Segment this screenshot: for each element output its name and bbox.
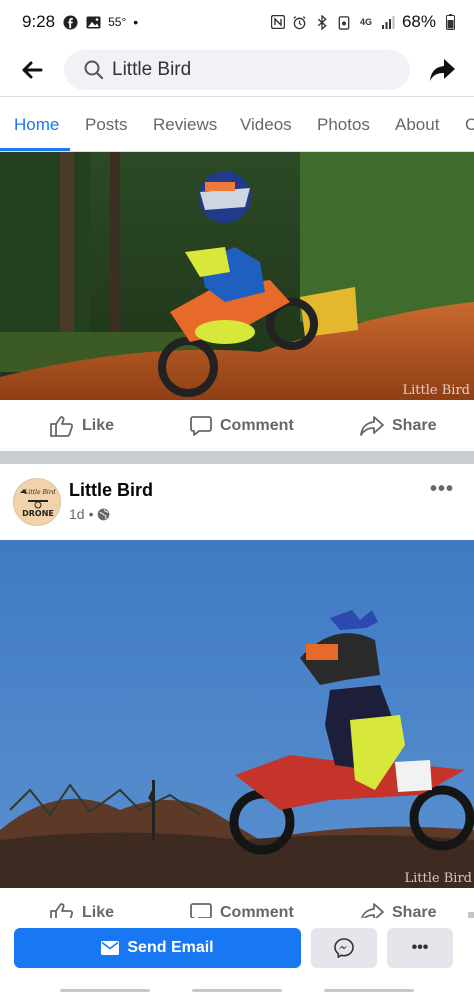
- status-bar: 9:28 55° • 4G 68%: [0, 0, 474, 44]
- tab-photos[interactable]: Photos: [317, 97, 370, 151]
- battery-icon: [442, 14, 458, 30]
- avatar[interactable]: Little Bird DRONE: [13, 478, 61, 526]
- search-icon: [84, 60, 104, 80]
- post-photo-motocross-2[interactable]: Little Bird: [0, 540, 474, 888]
- share-button[interactable]: Share: [360, 415, 436, 437]
- globe-icon: [98, 508, 110, 520]
- page-tabs: Home Posts Reviews Videos Photos About C: [0, 96, 474, 152]
- share-arrow-icon: [430, 59, 455, 81]
- post-options-button[interactable]: •••: [430, 478, 454, 501]
- like-button[interactable]: Like: [50, 902, 114, 918]
- messenger-icon: [334, 938, 354, 958]
- nav-home[interactable]: [192, 989, 282, 992]
- status-time: 9:28: [22, 12, 56, 31]
- active-tab-indicator: [0, 148, 70, 151]
- post1-action-row: Like Comment Share: [0, 400, 474, 452]
- search-input[interactable]: Little Bird: [64, 50, 410, 90]
- comment-button[interactable]: Comment: [190, 415, 294, 437]
- avatar-script-text: Little Bird: [23, 489, 55, 496]
- share-outline-icon: [360, 903, 384, 918]
- like-button[interactable]: Like: [50, 415, 114, 437]
- send-email-button[interactable]: Send Email: [14, 928, 301, 968]
- nav-back[interactable]: [324, 989, 414, 992]
- share-outline-icon: [360, 416, 384, 436]
- thumbs-up-icon: [50, 903, 74, 918]
- post-photo-motocross-1[interactable]: Little Bird: [0, 152, 474, 400]
- arrow-left-icon: [22, 61, 43, 79]
- envelope-icon: [101, 941, 120, 955]
- post-time[interactable]: 1d: [69, 506, 85, 522]
- data-saver-icon: [336, 14, 352, 30]
- messenger-button[interactable]: [311, 928, 377, 968]
- more-options-button[interactable]: •••: [387, 928, 453, 968]
- alarm-icon: [292, 14, 308, 30]
- tab-reviews[interactable]: Reviews: [153, 97, 217, 151]
- bottom-action-bar: Send Email •••: [0, 918, 474, 980]
- signal-icon: [380, 14, 396, 30]
- photo-watermark: Little Bird: [404, 871, 472, 886]
- post2-header: Little Bird DRONE Little Bird 1d • •••: [0, 464, 474, 540]
- battery-percent: 68%: [401, 12, 436, 31]
- thumbs-up-icon: [50, 416, 74, 437]
- post2-action-row: Like Comment Share: [0, 888, 474, 918]
- tab-home[interactable]: Home: [14, 97, 59, 151]
- meta-separator: •: [88, 506, 94, 522]
- avatar-brand-text: DRONE: [22, 509, 54, 518]
- comment-button[interactable]: Comment: [190, 902, 294, 918]
- share-page-button[interactable]: [410, 44, 474, 96]
- facebook-notification-icon: [62, 14, 78, 30]
- system-nav-bar: [0, 980, 474, 1000]
- page-name[interactable]: Little Bird: [69, 480, 153, 501]
- comment-bubble-icon: [190, 416, 212, 436]
- top-bar: Little Bird: [0, 44, 474, 96]
- post-meta: 1d •: [69, 506, 110, 522]
- back-button[interactable]: [0, 44, 64, 96]
- status-temperature: 55°: [108, 15, 127, 29]
- 4g-lte-icon: 4G: [359, 17, 372, 27]
- bluetooth-icon: [314, 14, 330, 30]
- status-dot: •: [133, 14, 139, 30]
- post-divider: [0, 451, 474, 464]
- comment-bubble-icon: [190, 903, 212, 918]
- tab-posts[interactable]: Posts: [85, 97, 128, 151]
- photo-watermark: Little Bird: [402, 383, 470, 398]
- share-button[interactable]: Share: [360, 902, 436, 918]
- search-query: Little Bird: [112, 59, 192, 80]
- tab-more[interactable]: C: [465, 97, 474, 151]
- nav-recent-apps[interactable]: [60, 989, 150, 992]
- tab-about[interactable]: About: [395, 97, 439, 151]
- nfc-icon: [270, 14, 286, 30]
- tab-videos[interactable]: Videos: [240, 97, 292, 151]
- gallery-notification-icon: [85, 14, 101, 30]
